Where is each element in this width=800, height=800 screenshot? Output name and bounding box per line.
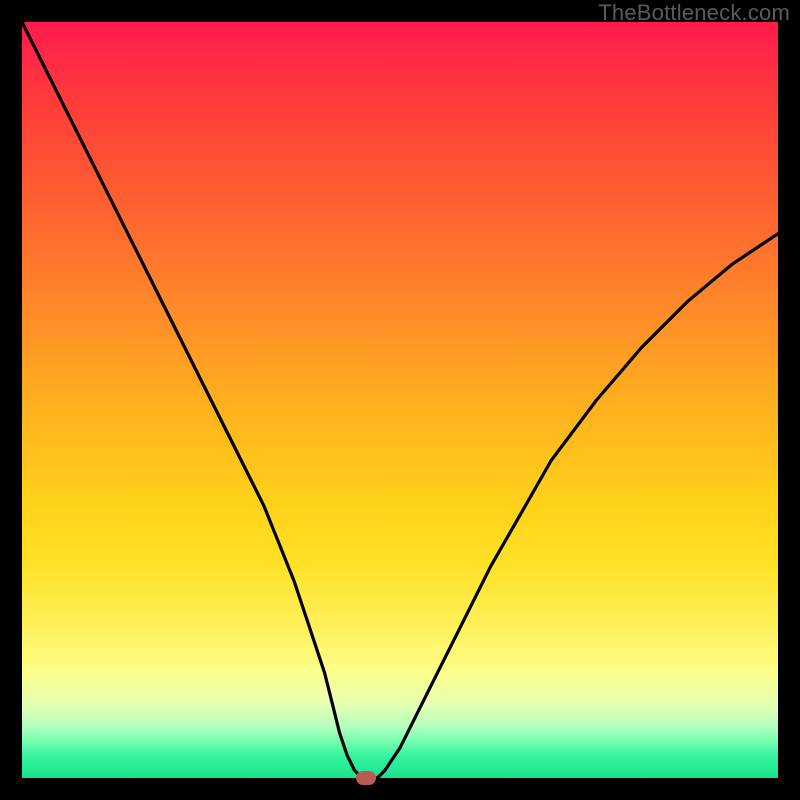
watermark-text: TheBottleneck.com: [598, 0, 790, 26]
optimum-marker: [356, 771, 376, 785]
outer-frame: TheBottleneck.com: [0, 0, 800, 800]
plot-area: [22, 22, 778, 778]
bottleneck-curve: [22, 22, 778, 778]
